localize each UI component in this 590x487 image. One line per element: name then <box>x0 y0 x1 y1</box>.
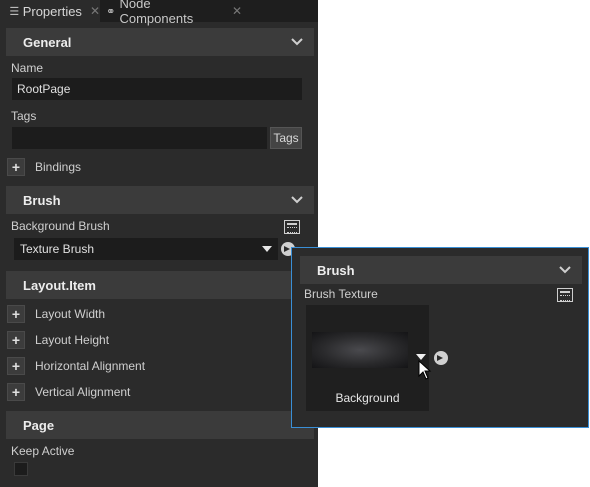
texture-preview-image <box>312 332 408 368</box>
popup-brush-header[interactable]: Brush <box>300 256 582 284</box>
properties-panel: ☰ Properties ✕ ⚭ Node Components ✕ Gener… <box>0 0 318 487</box>
chevron-down-icon[interactable] <box>290 193 304 207</box>
layout-height-label: Layout Height <box>35 333 110 347</box>
keep-active-checkbox[interactable] <box>14 462 28 476</box>
add-bindings-button[interactable]: + <box>7 158 25 176</box>
add-layout-width-button[interactable]: + <box>7 305 25 323</box>
popup-brush-title: Brush <box>317 262 355 278</box>
caret-down-icon <box>262 246 272 252</box>
reset-icon[interactable] <box>434 351 448 365</box>
texture-thumbnail[interactable]: Background <box>306 305 429 411</box>
add-layout-height-button[interactable]: + <box>7 331 25 349</box>
section-general-title: General <box>23 34 72 50</box>
name-input[interactable]: RootPage <box>12 78 302 100</box>
brush-editor-popup: Brush Brush Texture Background <box>291 247 589 428</box>
tab-node-components-label: Node Components <box>119 0 194 26</box>
horizontal-alignment-label: Horizontal Alignment <box>35 359 146 373</box>
tab-bar: ☰ Properties ✕ ⚭ Node Components ✕ <box>0 0 318 26</box>
tags-button[interactable]: Tags <box>270 127 302 149</box>
keep-active-label: Keep Active <box>11 444 75 458</box>
tab-properties[interactable]: ☰ Properties ✕ <box>0 0 100 22</box>
section-page-header[interactable]: Page <box>6 411 314 439</box>
section-brush-title: Brush <box>23 192 61 208</box>
tags-input[interactable] <box>12 127 267 149</box>
plus-icon: + <box>11 384 21 400</box>
tab-node-components[interactable]: ⚭ Node Components ✕ <box>102 0 242 26</box>
texture-name-label: Background <box>335 391 400 405</box>
close-icon[interactable]: ✕ <box>232 4 242 18</box>
plus-icon: + <box>11 358 21 374</box>
section-layout-item-title: Layout.Item <box>23 277 96 293</box>
plus-icon: + <box>11 159 21 175</box>
name-label: Name <box>11 61 44 75</box>
list-icon: ☰ <box>9 5 20 18</box>
bindings-label: Bindings <box>35 160 82 174</box>
plus-icon: + <box>11 332 21 348</box>
plus-icon: + <box>11 306 21 322</box>
background-brush-value: Texture Brush <box>20 242 95 256</box>
tags-label: Tags <box>11 109 37 123</box>
close-icon[interactable]: ✕ <box>90 4 100 18</box>
editor-icon[interactable] <box>284 220 300 234</box>
editor-icon[interactable] <box>557 288 573 302</box>
add-vertical-alignment-button[interactable]: + <box>7 383 25 401</box>
section-general-header[interactable]: General <box>6 28 314 56</box>
background-brush-label: Background Brush <box>11 219 110 233</box>
layout-width-label: Layout Width <box>35 307 106 321</box>
section-layout-item-header[interactable]: Layout.Item <box>6 271 314 299</box>
chevron-down-icon[interactable] <box>290 35 304 49</box>
section-page-title: Page <box>23 417 55 433</box>
add-horizontal-alignment-button[interactable]: + <box>7 357 25 375</box>
node-components-icon: ⚭ <box>106 5 116 18</box>
brush-texture-label: Brush Texture <box>304 287 378 301</box>
tab-properties-label: Properties <box>22 3 82 19</box>
chevron-down-icon[interactable] <box>558 263 572 277</box>
background-brush-dropdown[interactable]: Texture Brush <box>14 238 278 260</box>
mouse-cursor-icon <box>418 360 432 380</box>
section-brush-header[interactable]: Brush <box>6 186 314 214</box>
vertical-alignment-label: Vertical Alignment <box>35 385 131 399</box>
